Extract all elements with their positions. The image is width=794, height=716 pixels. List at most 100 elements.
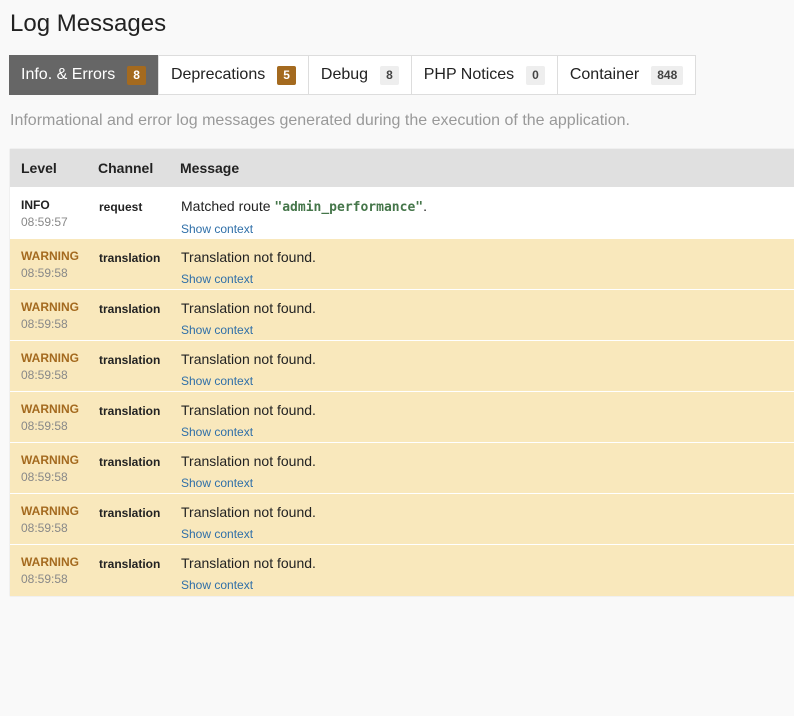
message-cell: Translation not found. Show context [170,443,794,494]
log-channel: translation [99,455,161,469]
log-channel: translation [99,404,161,418]
table-row: WARNING 08:59:58 translation Translation… [10,340,794,392]
tab-count-badge: 8 [380,65,399,85]
channel-cell: translation [88,545,170,596]
log-message: Translation not found. [181,453,316,469]
tab-debug[interactable]: Debug 8 [308,56,412,94]
table-header-row: Level Channel Message [10,149,794,188]
log-message: Translation not found. [181,351,316,367]
message-cell: Translation not found. Show context [170,494,794,545]
table-row: INFO 08:59:57 request Matched route "adm… [10,187,794,239]
route-name: "admin_performance" [274,200,424,215]
tab-count-badge: 0 [526,65,545,85]
log-time: 08:59:58 [21,470,68,484]
log-message: Matched route "admin_performance". [181,198,794,216]
level-cell: WARNING 08:59:58 [10,290,88,341]
show-context-link[interactable]: Show context [181,476,794,491]
tab-container[interactable]: Container 848 [557,56,696,94]
log-message: Translation not found. [181,402,316,418]
table-row: WARNING 08:59:58 translation Translation… [10,493,794,545]
log-channel: translation [99,251,161,265]
message-suffix: . [423,198,427,214]
log-level: WARNING [21,249,79,263]
level-cell: WARNING 08:59:58 [10,239,88,290]
header-channel: Channel [88,149,170,188]
table-row: WARNING 08:59:58 translation Translation… [10,391,794,443]
table-row: WARNING 08:59:58 translation Translation… [10,238,794,290]
log-tabs: Info. & Errors 8 Deprecations 5 Debug 8 … [9,55,697,95]
log-level: WARNING [21,555,79,569]
log-channel: translation [99,353,161,367]
table-row: WARNING 08:59:58 translation Translation… [10,289,794,341]
show-context-link[interactable]: Show context [181,425,794,440]
log-message: Translation not found. [181,300,316,316]
tab-php-notices[interactable]: PHP Notices 0 [411,56,558,94]
log-channel: translation [99,557,161,571]
channel-cell: translation [88,290,170,341]
log-level: WARNING [21,402,79,416]
tab-description: Informational and error log messages gen… [10,112,630,129]
tab-label: Container [569,66,640,83]
log-level: INFO [21,198,50,212]
tab-count-badge: 848 [651,65,684,85]
tab-label: Debug [320,66,369,83]
log-time: 08:59:58 [21,572,68,586]
channel-cell: translation [88,239,170,290]
log-message: Translation not found. [181,555,316,571]
show-context-link[interactable]: Show context [181,323,794,338]
message-text: Matched route [181,198,275,214]
log-time: 08:59:58 [21,368,68,382]
level-cell: INFO 08:59:57 [10,188,88,239]
log-channel: translation [99,302,161,316]
tab-deprecations[interactable]: Deprecations 5 [158,56,309,94]
log-time: 08:59:58 [21,266,68,280]
channel-cell: translation [88,443,170,494]
log-level: WARNING [21,351,79,365]
channel-cell: translation [88,341,170,392]
message-cell: Translation not found. Show context [170,341,794,392]
log-messages-panel: Log Messages Info. & Errors 8 Deprecatio… [0,0,794,716]
channel-cell: translation [88,392,170,443]
log-time: 08:59:58 [21,419,68,433]
log-channel: translation [99,506,161,520]
level-cell: WARNING 08:59:58 [10,443,88,494]
table-row: WARNING 08:59:58 translation Translation… [10,442,794,494]
log-level: WARNING [21,453,79,467]
channel-cell: request [88,188,170,239]
message-cell: Matched route "admin_performance". Show … [170,188,794,239]
message-cell: Translation not found. Show context [170,392,794,443]
show-context-link[interactable]: Show context [181,578,794,593]
tab-count-badge: 8 [127,65,146,85]
log-level: WARNING [21,300,79,314]
level-cell: WARNING 08:59:58 [10,341,88,392]
level-cell: WARNING 08:59:58 [10,545,88,596]
tab-count-badge: 5 [277,65,296,85]
log-channel: request [99,200,143,214]
table-row: WARNING 08:59:58 translation Translation… [10,544,794,596]
log-level: WARNING [21,504,79,518]
log-time: 08:59:57 [21,215,68,229]
level-cell: WARNING 08:59:58 [10,494,88,545]
header-level: Level [10,149,88,188]
message-cell: Translation not found. Show context [170,545,794,596]
tab-label: Deprecations [170,66,266,83]
message-cell: Translation not found. Show context [170,290,794,341]
show-context-link[interactable]: Show context [181,222,794,237]
log-message: Translation not found. [181,504,316,520]
page-title: Log Messages [10,10,167,37]
log-table: Level Channel Message INFO 08:59:57 requ… [10,149,794,596]
log-message: Translation not found. [181,249,316,265]
log-time: 08:59:58 [21,317,68,331]
log-table-body: INFO 08:59:57 request Matched route "adm… [10,187,794,596]
header-message: Message [170,149,794,188]
show-context-link[interactable]: Show context [181,527,794,542]
show-context-link[interactable]: Show context [181,272,794,287]
log-time: 08:59:58 [21,521,68,535]
message-cell: Translation not found. Show context [170,239,794,290]
tab-label: PHP Notices [423,66,515,83]
level-cell: WARNING 08:59:58 [10,392,88,443]
channel-cell: translation [88,494,170,545]
tab-label: Info. & Errors [21,66,116,83]
tab-info-errors[interactable]: Info. & Errors 8 [9,55,159,95]
show-context-link[interactable]: Show context [181,374,794,389]
